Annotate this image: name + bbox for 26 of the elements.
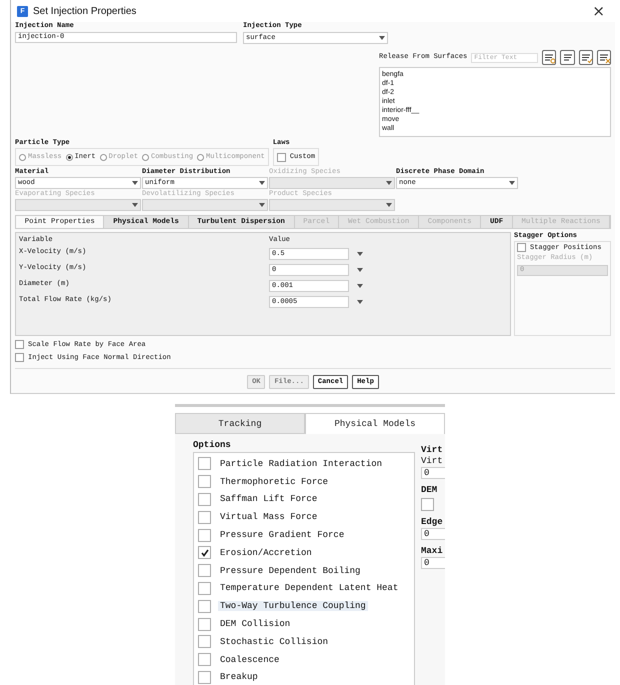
tab[interactable]: Tracking xyxy=(175,413,305,434)
window-title: Set Injection Properties xyxy=(33,6,138,16)
input-field[interactable]: 0 xyxy=(421,467,445,479)
checkbox-label[interactable]: Particle Radiation Interaction xyxy=(218,458,384,469)
checkbox-label[interactable]: Pressure Gradient Force xyxy=(218,530,346,540)
checkbox-label[interactable]: DEM Collision xyxy=(218,619,292,630)
section-label: Options xyxy=(193,440,232,451)
checkbox-label[interactable]: Virtual Mass Force xyxy=(218,512,320,522)
field-label: Virt xyxy=(421,456,444,466)
checkbox-label[interactable]: Saffman Lift Force xyxy=(218,494,320,504)
section-label: Maxi xyxy=(421,546,444,556)
section-label: Virt xyxy=(421,445,444,455)
checkbox-label[interactable]: Temperature Dependent Latent Heat xyxy=(218,583,400,594)
checkbox-label[interactable]: Erosion/Accretion xyxy=(218,548,314,558)
section-label: Edge xyxy=(421,517,444,527)
checkbox-label[interactable]: Coalescence xyxy=(218,654,282,665)
input-field[interactable]: 0 xyxy=(421,557,445,569)
input-field[interactable]: 0 xyxy=(421,528,445,540)
tab[interactable]: Physical Models xyxy=(305,413,445,434)
checkbox-label[interactable]: Breakup xyxy=(218,672,260,682)
checkbox-label[interactable]: Pressure Dependent Boiling xyxy=(218,566,362,576)
checkbox-label[interactable]: Two-Way Turbulence Coupling xyxy=(218,601,368,612)
checkbox-label[interactable]: Stochastic Collision xyxy=(218,636,330,647)
checkbox-label[interactable]: Thermophoretic Force xyxy=(218,476,330,487)
close-button[interactable]: × xyxy=(588,2,609,20)
section-label: DEM xyxy=(421,485,438,495)
